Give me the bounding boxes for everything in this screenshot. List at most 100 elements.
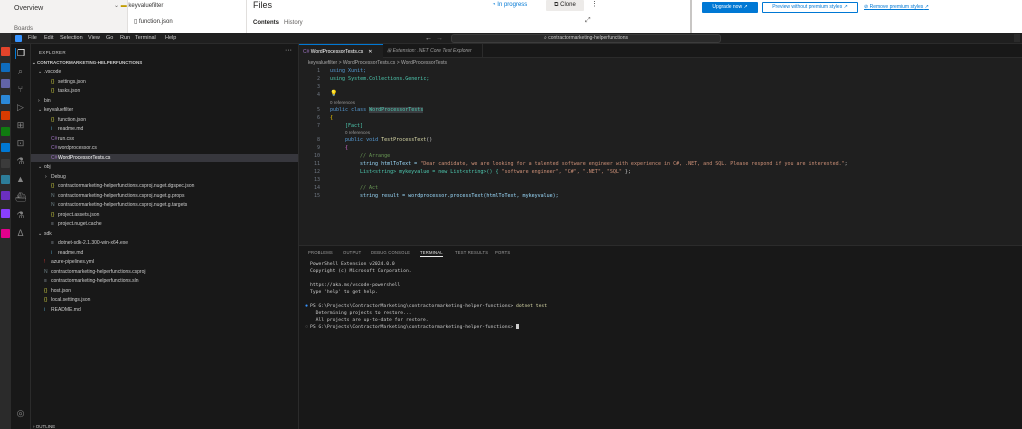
tree-item[interactable]: C#run.csx	[31, 135, 298, 143]
tree-item[interactable]: ≡ contractormarketing-helperfunctions.sln	[31, 277, 298, 285]
tree-item[interactable]: {} function.json	[31, 116, 298, 124]
nav-back-icon[interactable]: ←	[425, 34, 432, 43]
menu-selection[interactable]: Selection	[60, 34, 83, 43]
explorer-icon[interactable]: ❐	[15, 48, 26, 59]
tree-item[interactable]: {} contractormarketing-helperfunctions.cs…	[31, 182, 298, 190]
more-actions-icon[interactable]: ···	[285, 47, 292, 54]
tree-item[interactable]: ≡ project.nuget.cache	[31, 220, 298, 228]
menu-file[interactable]: File	[28, 34, 37, 43]
window-controls[interactable]	[1014, 34, 1020, 42]
menu-go[interactable]: Go	[106, 34, 113, 43]
account-icon[interactable]: ◎	[15, 408, 26, 419]
pink-app-icon[interactable]	[1, 229, 10, 238]
file-type-icon: {}	[51, 78, 55, 85]
preview-without-premium-button[interactable]: Preview without premium styles ↗	[762, 2, 858, 13]
tab-history[interactable]: History	[284, 20, 303, 26]
store-icon[interactable]	[1, 95, 10, 104]
nav-forward-icon[interactable]: →	[436, 34, 443, 43]
xbox-icon[interactable]	[1, 127, 10, 136]
menu-view[interactable]: View	[88, 34, 100, 43]
code-text: // Act	[360, 185, 379, 191]
workspace-header[interactable]: ⌄ CONTRACTORMARKETING-HELPERFUNCTIONS	[32, 60, 142, 66]
tab-label: WordProcessorTests.cs	[310, 49, 364, 55]
command-center-search[interactable]: ⌕ contractormarketing-helperfunctions	[451, 34, 721, 43]
expand-icon[interactable]: ⤢	[585, 17, 591, 25]
tree-folder-keyvaluefilter[interactable]: ⌄ ▬ keyvaluefilter	[114, 2, 163, 9]
office-icon[interactable]	[1, 47, 10, 56]
tree-item[interactable]: ⌄ obj	[31, 163, 298, 171]
teams-icon[interactable]	[1, 79, 10, 88]
more-options-icon[interactable]: ⋮	[591, 0, 598, 8]
menu-run[interactable]: Run	[120, 34, 130, 43]
search-icon[interactable]: ⌕	[15, 66, 26, 77]
tab-wordprocessortests[interactable]: C# WordProcessorTests.cs ✕	[299, 44, 383, 58]
tree-item[interactable]: ⌄ keyvaluefilter	[31, 106, 298, 114]
tree-item-label: dotnet-sdk-2.1.300-win-x64.exe	[58, 240, 129, 246]
tree-item[interactable]: {} settings.json	[31, 78, 298, 86]
terminal-input-line[interactable]: PS G:\Projects\ContractorMarketing\contr…	[310, 324, 520, 331]
tree-item[interactable]: Ncontractormarketing-helperfunctions.csp…	[31, 268, 298, 276]
test-explorer-icon[interactable]: ⚗	[15, 210, 26, 221]
tree-item[interactable]: {} host.json	[31, 287, 298, 295]
remove-premium-styles-link[interactable]: ⊘ Remove premium styles ↗	[864, 2, 929, 13]
tree-item[interactable]: ! azure-pipelines.yml	[31, 258, 298, 266]
tree-item[interactable]: {} tasks.json	[31, 87, 298, 95]
lightbulb-icon[interactable]: 💡	[330, 90, 337, 97]
tree-item[interactable]: C#wordprocessor.cs	[31, 144, 298, 152]
edge-icon[interactable]	[1, 175, 10, 184]
menu-help[interactable]: Help	[165, 34, 176, 43]
azure-icon[interactable]: ▲	[15, 174, 26, 185]
docker-icon[interactable]: ⛴	[15, 192, 26, 203]
tree-file-function-json[interactable]: ▯ function.json	[134, 18, 173, 25]
source-control-icon[interactable]: ⑂	[15, 84, 26, 95]
breadcrumb[interactable]: keyvaluefilter > WordProcessorTests.cs >…	[308, 60, 447, 66]
azure-account-icon[interactable]: Δ	[15, 228, 26, 239]
code-line: // Act	[360, 185, 378, 193]
visual-studio-icon[interactable]	[1, 191, 10, 200]
close-icon[interactable]: ✕	[368, 49, 372, 55]
workspace-label: CONTRACTORMARKETING-HELPERFUNCTIONS	[37, 60, 143, 65]
tree-item[interactable]: i README.md	[31, 306, 298, 314]
codelens-references[interactable]: 0 references	[345, 130, 370, 136]
nav-overview[interactable]: Overview	[14, 5, 43, 12]
code-editor[interactable]: 1 using Xunit; 2 using System.Collection…	[299, 68, 1022, 244]
background-web-page: Overview Boards ⌄ ▬ keyvaluefilter ▯ fun…	[0, 0, 1022, 33]
upgrade-now-button[interactable]: Upgrade now ↗	[702, 2, 758, 13]
clone-button[interactable]: ⧉ Clone	[546, 0, 584, 11]
tab-ports[interactable]: PORTS	[495, 250, 510, 255]
nav-boards[interactable]: Boards	[14, 26, 33, 32]
tree-item[interactable]: C#WordProcessorTests.cs	[31, 153, 298, 162]
codelens-references[interactable]: 0 references	[330, 100, 355, 106]
terminal-icon[interactable]	[1, 159, 10, 168]
tree-item[interactable]: Ncontractormarketing-helperfunctions.csp…	[31, 192, 298, 200]
outlook-icon[interactable]	[1, 63, 10, 72]
tree-item[interactable]: ≡ dotnet-sdk-2.1.300-win-x64.exe	[31, 239, 298, 247]
app-icon[interactable]	[1, 111, 10, 120]
tree-item[interactable]: Ncontractormarketing-helperfunctions.csp…	[31, 201, 298, 209]
menu-edit[interactable]: Edit	[44, 34, 53, 43]
tab-output[interactable]: OUTPUT	[343, 250, 361, 255]
outline-header[interactable]: › OUTLINE	[33, 424, 55, 429]
tab-contents[interactable]: Contents	[253, 20, 279, 26]
tree-item[interactable]: {} local.settings.json	[31, 296, 298, 304]
tree-item[interactable]: › bin	[31, 97, 298, 105]
menu-terminal[interactable]: Terminal	[135, 34, 156, 43]
tab-problems[interactable]: PROBLEMS	[308, 250, 333, 255]
tree-item[interactable]: i readme.md	[31, 125, 298, 133]
tree-item[interactable]: i readme.md	[31, 249, 298, 257]
tree-item[interactable]: › Debug	[31, 173, 298, 181]
run-debug-icon[interactable]: ▷	[15, 102, 26, 113]
tab-extension-test-explorer[interactable]: ⊞ Extension: .NET Core Test Explorer	[383, 44, 483, 58]
azure-icon[interactable]	[1, 143, 10, 152]
tab-terminal[interactable]: TERMINAL	[420, 250, 443, 257]
tree-item[interactable]: ⌄ sdk	[31, 230, 298, 238]
tab-debug-console[interactable]: DEBUG CONSOLE	[371, 250, 410, 255]
remote-explorer-icon[interactable]: ⊡	[15, 138, 26, 149]
tree-item[interactable]: ⌄ .vscode	[31, 68, 298, 76]
line-number: 5	[316, 107, 320, 113]
flask-icon[interactable]	[1, 209, 10, 218]
extensions-icon[interactable]: ⊞	[15, 120, 26, 131]
tab-test-results[interactable]: TEST RESULTS	[455, 250, 488, 255]
testing-icon[interactable]: ⚗	[15, 156, 26, 167]
tree-item[interactable]: {} project.assets.json	[31, 211, 298, 219]
